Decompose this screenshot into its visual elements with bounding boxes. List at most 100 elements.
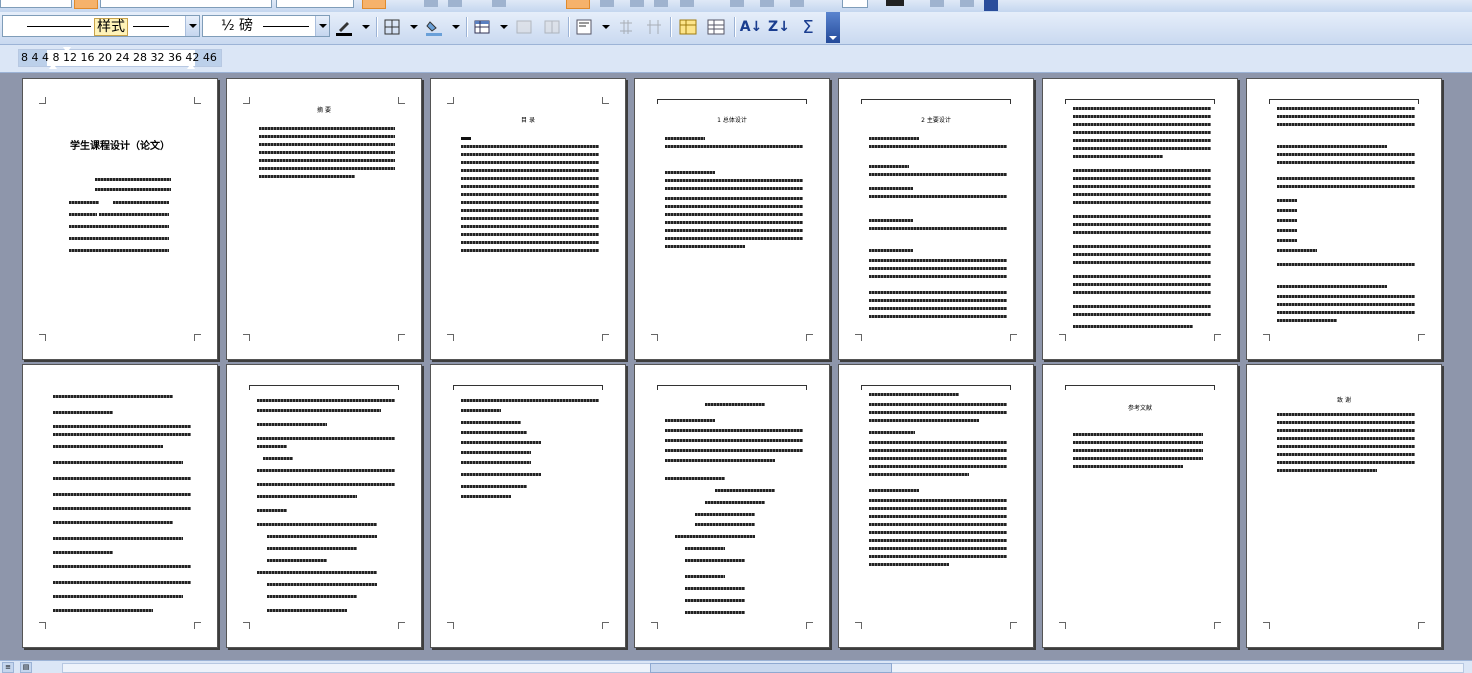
outdent-icon[interactable] bbox=[790, 0, 804, 7]
align-cell-icon[interactable] bbox=[574, 16, 594, 38]
text-line bbox=[1277, 199, 1297, 202]
formula-line bbox=[53, 411, 113, 414]
crop-mark bbox=[602, 622, 609, 629]
right-indent-marker[interactable] bbox=[187, 63, 195, 69]
crop-mark bbox=[1263, 622, 1270, 629]
crop-mark bbox=[1263, 334, 1270, 341]
formula-line bbox=[685, 599, 745, 602]
formula-line bbox=[675, 535, 755, 538]
align-right-icon[interactable] bbox=[600, 0, 614, 7]
chevron-down-icon[interactable] bbox=[602, 25, 610, 29]
chevron-down-icon[interactable] bbox=[500, 25, 508, 29]
merge-cells-icon[interactable] bbox=[514, 16, 534, 38]
text-line bbox=[869, 465, 1007, 468]
table-autoformat-icon[interactable] bbox=[678, 16, 698, 38]
indent-icon[interactable] bbox=[760, 0, 774, 7]
document-page[interactable] bbox=[634, 364, 830, 648]
text-line bbox=[869, 539, 1007, 542]
align-center-toggle[interactable] bbox=[566, 0, 590, 9]
line-weight-dropdown[interactable]: ½ 磅 bbox=[202, 15, 330, 37]
text-line bbox=[1277, 445, 1415, 448]
page-header-rule bbox=[657, 99, 807, 104]
first-line-indent-marker[interactable] bbox=[63, 47, 71, 53]
page-header-rule bbox=[1269, 99, 1419, 104]
document-page[interactable]: 目 录 bbox=[430, 78, 626, 360]
italic-icon[interactable] bbox=[424, 0, 438, 7]
document-page[interactable]: 学生课程设计（论文） bbox=[22, 78, 218, 360]
document-page[interactable] bbox=[226, 364, 422, 648]
chevron-down-icon[interactable] bbox=[452, 25, 460, 29]
formula-line bbox=[53, 595, 183, 598]
document-page[interactable] bbox=[1042, 78, 1238, 360]
underline-icon[interactable] bbox=[448, 0, 462, 7]
chevron-down-icon[interactable] bbox=[185, 16, 199, 36]
autosum-icon[interactable]: Σ bbox=[798, 16, 818, 38]
document-page[interactable]: 2 主要设计 bbox=[838, 78, 1034, 360]
highlight-button[interactable] bbox=[74, 0, 98, 9]
close-doc-icon[interactable] bbox=[930, 0, 944, 7]
formula-line bbox=[685, 611, 745, 614]
toolbar-options-icon[interactable] bbox=[984, 0, 998, 11]
document-page[interactable]: 1 总体设计 bbox=[634, 78, 830, 360]
distribute-rows-icon[interactable] bbox=[616, 16, 636, 38]
document-page[interactable]: 致 谢 bbox=[1246, 364, 1442, 648]
toc-line bbox=[461, 233, 599, 236]
table-grid-icon[interactable] bbox=[706, 16, 726, 38]
bullets-icon[interactable] bbox=[730, 0, 744, 7]
font-field[interactable] bbox=[100, 0, 272, 8]
text-line bbox=[869, 291, 1007, 294]
toolbar-options-icon[interactable] bbox=[826, 12, 840, 43]
formula-line bbox=[461, 451, 531, 454]
text-line bbox=[99, 213, 169, 216]
text-line bbox=[1277, 161, 1415, 164]
text-line bbox=[53, 433, 191, 436]
toc-line bbox=[461, 185, 599, 188]
page-header-rule bbox=[657, 385, 807, 390]
document-page[interactable]: 参考文献 bbox=[1042, 364, 1238, 648]
text-line bbox=[53, 507, 191, 510]
chevron-down-icon[interactable] bbox=[362, 25, 370, 29]
page-header-rule bbox=[861, 385, 1011, 390]
border-color-icon[interactable] bbox=[334, 16, 354, 38]
sort-ascending-icon[interactable]: A↓ bbox=[740, 16, 763, 38]
distribute-columns-icon[interactable] bbox=[644, 16, 664, 38]
formula-line bbox=[257, 437, 395, 440]
text-line bbox=[53, 425, 191, 428]
text-line bbox=[1277, 303, 1415, 306]
line-spacing-icon[interactable] bbox=[654, 0, 668, 7]
zoom-field[interactable] bbox=[842, 0, 868, 8]
split-cells-icon[interactable] bbox=[542, 16, 562, 38]
hanging-indent-marker[interactable] bbox=[49, 63, 57, 69]
layout-view-button[interactable]: ▤ bbox=[20, 662, 32, 673]
justify-icon[interactable] bbox=[630, 0, 644, 7]
text-line bbox=[1073, 147, 1211, 150]
crop-mark bbox=[1214, 622, 1221, 629]
formula-line bbox=[685, 547, 725, 550]
reference-line bbox=[1073, 465, 1183, 468]
borders-icon[interactable] bbox=[382, 16, 402, 38]
line-style-dropdown[interactable]: 样式 bbox=[2, 15, 200, 37]
text-line bbox=[257, 399, 395, 402]
bold-toggle[interactable] bbox=[362, 0, 386, 9]
text-line bbox=[69, 237, 169, 240]
font-color-icon[interactable] bbox=[886, 0, 904, 6]
document-page[interactable] bbox=[838, 364, 1034, 648]
font-name-field[interactable] bbox=[0, 0, 72, 8]
shading-color-icon[interactable] bbox=[424, 16, 444, 38]
document-page[interactable] bbox=[22, 364, 218, 648]
document-page[interactable]: 摘 要 bbox=[226, 78, 422, 360]
chevron-down-icon[interactable] bbox=[315, 16, 329, 36]
chevron-down-icon[interactable] bbox=[410, 25, 418, 29]
numbering-icon[interactable] bbox=[680, 0, 694, 7]
text-line bbox=[1073, 215, 1211, 218]
normal-view-button[interactable]: ≡ bbox=[2, 662, 14, 673]
help-icon[interactable] bbox=[960, 0, 974, 7]
document-page[interactable] bbox=[430, 364, 626, 648]
horizontal-ruler[interactable]: 8 4 4 8 12 16 20 24 28 32 36 42 46 bbox=[0, 45, 1472, 73]
document-page[interactable] bbox=[1246, 78, 1442, 360]
sort-descending-icon[interactable]: Z↓ bbox=[768, 16, 790, 38]
insert-table-icon[interactable] bbox=[472, 16, 492, 38]
size-field[interactable] bbox=[276, 0, 354, 8]
toc-line bbox=[461, 201, 599, 204]
align-left-icon[interactable] bbox=[492, 0, 506, 7]
